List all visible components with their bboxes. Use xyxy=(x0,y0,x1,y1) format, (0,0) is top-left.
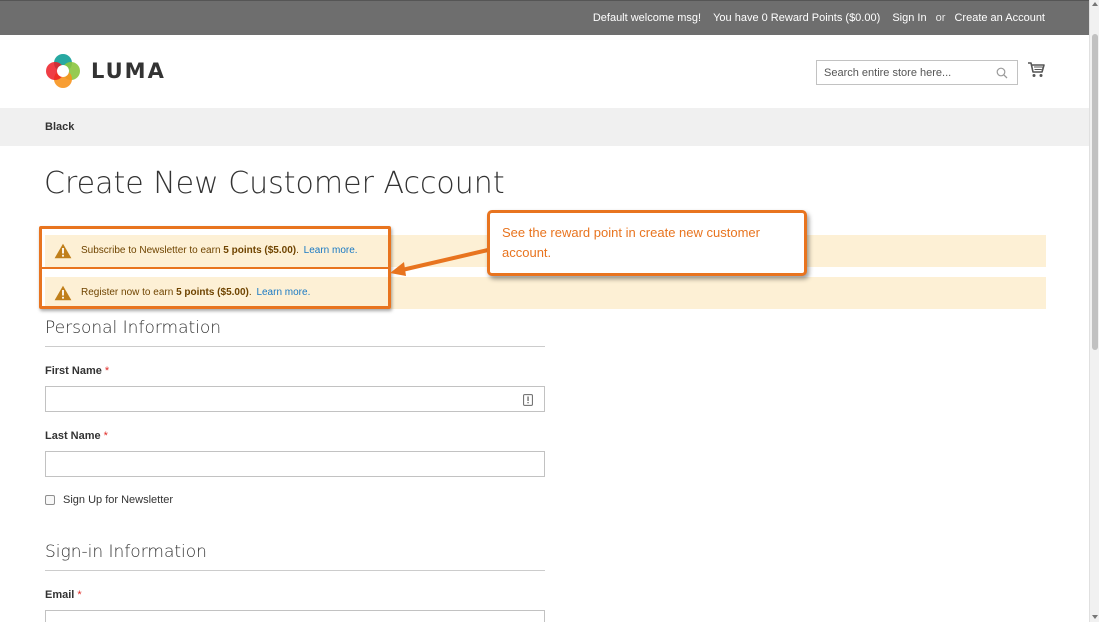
scrollbar-thumb[interactable] xyxy=(1092,34,1098,350)
newsletter-label[interactable]: Sign Up for Newsletter xyxy=(63,494,173,506)
required-mark: * xyxy=(77,589,82,601)
annotation-divider xyxy=(42,267,388,269)
signin-info-heading: Sign-in Information xyxy=(45,542,207,562)
breadcrumb-current: Black xyxy=(45,121,75,133)
reward-points-link[interactable]: You have 0 Reward Points ($0.00) xyxy=(713,12,880,24)
newsletter-row: Sign Up for Newsletter xyxy=(45,494,173,506)
email-label-text: Email xyxy=(45,589,75,601)
sign-in-link[interactable]: Sign In xyxy=(892,12,926,24)
first-name-input[interactable] xyxy=(46,387,516,411)
search-box xyxy=(816,60,1018,85)
annotation-callout: See the reward point in create new custo… xyxy=(487,210,807,276)
email-label: Email * xyxy=(45,589,82,601)
annotation-arrow-icon xyxy=(390,248,489,276)
section-divider xyxy=(45,570,545,571)
cart-icon[interactable] xyxy=(1027,61,1045,84)
page-scrollbar[interactable] xyxy=(1089,0,1099,622)
welcome-message: Default welcome msg! xyxy=(592,12,702,24)
breadcrumb: Black xyxy=(0,108,1089,146)
create-account-link[interactable]: Create an Account xyxy=(954,12,1045,24)
page: Default welcome msg! You have 0 Reward P… xyxy=(0,0,1089,622)
last-name-field xyxy=(45,451,545,477)
first-name-label-text: First Name xyxy=(45,365,102,377)
search-input[interactable] xyxy=(817,61,987,84)
top-bar: Default welcome msg! You have 0 Reward P… xyxy=(0,0,1089,35)
email-input[interactable] xyxy=(46,611,516,622)
scroll-down-icon[interactable] xyxy=(1092,615,1098,619)
or-separator: or xyxy=(935,12,946,24)
required-mark: * xyxy=(104,365,110,377)
section-divider xyxy=(45,346,545,347)
page-title: Create New Customer Account xyxy=(44,166,505,201)
last-name-label-text: Last Name xyxy=(45,430,101,442)
autofill-icon[interactable] xyxy=(523,393,533,411)
last-name-label: Last Name * xyxy=(45,430,108,442)
first-name-label: First Name * xyxy=(45,365,109,377)
first-name-field xyxy=(45,386,545,412)
newsletter-checkbox[interactable] xyxy=(45,495,55,505)
last-name-input[interactable] xyxy=(46,452,516,476)
required-mark: * xyxy=(103,430,108,442)
luma-logo-icon xyxy=(46,54,80,88)
top-links: Default welcome msg! You have 0 Reward P… xyxy=(584,12,1045,24)
logo[interactable]: LUMA xyxy=(45,53,166,89)
personal-info-heading: Personal Information xyxy=(45,318,222,338)
email-field xyxy=(45,610,545,622)
scroll-up-icon[interactable] xyxy=(1092,2,1098,6)
search-icon[interactable] xyxy=(996,66,1008,84)
logo-text: LUMA xyxy=(91,59,166,83)
annotation-text: See the reward point in create new custo… xyxy=(502,225,760,260)
